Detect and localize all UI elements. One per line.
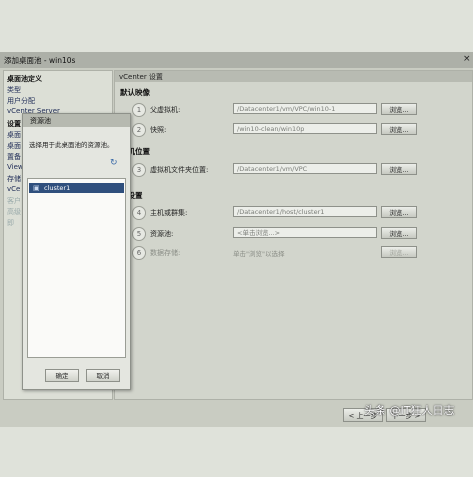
nav-provisioning[interactable]: 置备 (7, 152, 21, 162)
nav-guest: 客户 (7, 197, 21, 205)
step-number-6: 6 (132, 246, 146, 260)
dialog-description: 选择用于此桌面池的资源池。 (29, 141, 114, 149)
snapshot-field[interactable]: /win10-clean/win10p (233, 123, 377, 134)
datastore-label: 数据存储: (150, 249, 181, 257)
nav-storage[interactable]: 存储 (7, 174, 21, 184)
cluster-icon: ▣ (33, 184, 40, 192)
nav-advanced: 高级 (7, 208, 21, 216)
resource-pool-tree[interactable]: ▣ cluster1 (27, 178, 126, 358)
window-title: 添加桌面池 - win10s (4, 56, 76, 65)
step-number-4: 4 (132, 206, 146, 220)
desktop-background-bottom (0, 427, 473, 477)
vm-folder-browse-button[interactable]: 浏览... (381, 163, 417, 175)
host-cluster-label: 主机或群集: (150, 209, 188, 217)
datastore-browse-button: 浏览... (381, 246, 417, 258)
section-default-image: 默认映像 (120, 88, 150, 97)
step-number-3: 3 (132, 163, 146, 177)
parent-vm-field[interactable]: /Datacenter1/vm/VPC/win10-1 (233, 103, 377, 114)
snapshot-label: 快照: (150, 126, 167, 134)
resource-pool-browse-button[interactable]: 浏览... (381, 227, 417, 239)
watermark-text: 头条 @IT狂人日志 (364, 404, 455, 417)
panel-title: vCenter 设置 (119, 73, 163, 81)
snapshot-browse-button[interactable]: 浏览... (381, 123, 417, 135)
tree-item-label: cluster1 (44, 184, 71, 192)
host-cluster-browse-button[interactable]: 浏览... (381, 206, 417, 218)
vm-folder-field[interactable]: /Datacenter1/vm/VPC (233, 163, 377, 174)
nav-desktop-1[interactable]: 桌面 (7, 130, 21, 140)
dialog-titlebar: 资源池 (23, 114, 130, 127)
nav-user-assignment[interactable]: 用户分配 (7, 96, 35, 106)
nav-ready: 即 (7, 219, 14, 227)
resource-pool-label: 资源池: (150, 230, 174, 238)
tree-item-cluster1[interactable]: ▣ cluster1 (29, 183, 124, 193)
parent-vm-label: 父虚拟机: (150, 106, 181, 114)
nav-type[interactable]: 类型 (7, 85, 21, 95)
nav-desktop-2[interactable]: 桌面 (7, 141, 21, 151)
window-titlebar: 添加桌面池 - win10s × (0, 52, 473, 68)
resource-pool-dialog: 资源池 选择用于此桌面池的资源池。 ↻ ▣ cluster1 确定 取消 (22, 113, 131, 390)
step-number-1: 1 (132, 103, 146, 117)
datastore-hint: 单击"浏览"以选择 (233, 250, 285, 258)
desktop-background-top (0, 0, 473, 52)
step-number-2: 2 (132, 123, 146, 137)
nav-pool-definition: 桌面池定义 (7, 75, 42, 83)
panel-header: vCenter 设置 (115, 71, 472, 82)
refresh-icon[interactable]: ↻ (110, 158, 118, 168)
ok-button[interactable]: 确定 (45, 369, 79, 382)
host-cluster-field[interactable]: /Datacenter1/host/cluster1 (233, 206, 377, 217)
nav-settings: 设置 (7, 120, 21, 128)
dialog-title: 资源池 (30, 117, 51, 125)
cancel-button[interactable]: 取消 (86, 369, 120, 382)
close-icon[interactable]: × (463, 54, 471, 64)
parent-vm-browse-button[interactable]: 浏览... (381, 103, 417, 115)
vcenter-settings-panel: vCenter 设置 默认映像 1 父虚拟机: /Datacenter1/vm/… (114, 70, 473, 400)
resource-pool-field[interactable]: <单击浏览...> (233, 227, 377, 238)
step-number-5: 5 (132, 227, 146, 241)
vm-folder-label: 虚拟机文件夹位置: (150, 166, 209, 174)
nav-vcenter-settings[interactable]: vCe (7, 185, 20, 193)
